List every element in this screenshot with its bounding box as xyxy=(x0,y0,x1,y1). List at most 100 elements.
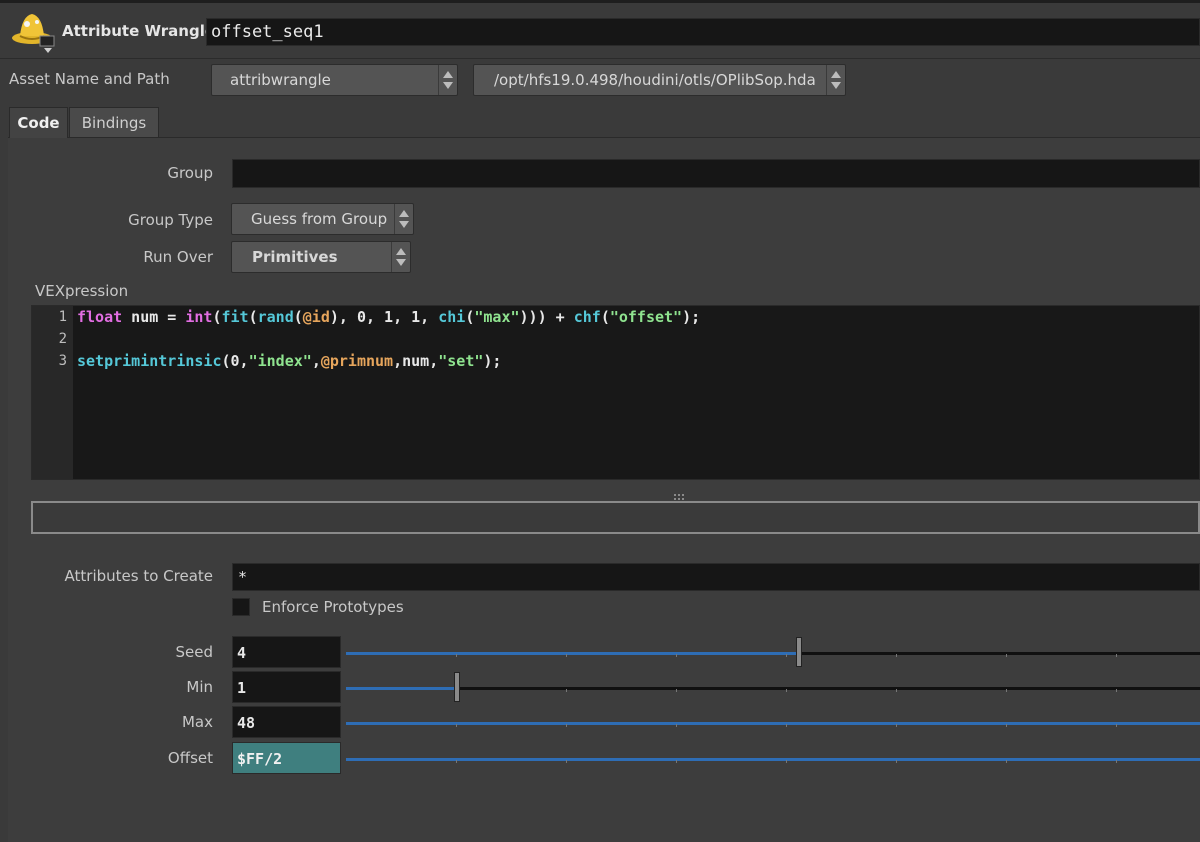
tab-code[interactable]: Code xyxy=(9,107,68,138)
asset-path-value: /opt/hfs19.0.498/houdini/otls/OPlibSop.h… xyxy=(494,71,816,89)
code-token: chi xyxy=(438,308,466,326)
code-token: (0, xyxy=(221,352,249,370)
slider-tick xyxy=(676,724,677,727)
group-label: Group xyxy=(167,164,213,182)
offset-expression-field[interactable]: $FF/2 xyxy=(232,742,341,774)
slider-tick xyxy=(456,654,457,657)
node-icon[interactable] xyxy=(10,8,58,54)
run-over-menu[interactable]: Primitives xyxy=(231,241,411,273)
code-token: ( xyxy=(293,308,303,326)
code-line-3[interactable]: setprimintrinsic(0,"index",@primnum,num,… xyxy=(77,352,501,370)
updown-arrows-icon xyxy=(826,65,845,95)
slider-track xyxy=(346,758,1200,761)
code-token: "set" xyxy=(438,352,484,370)
slider-fill xyxy=(346,758,1200,761)
code-token: int xyxy=(185,308,213,326)
asset-name-menu[interactable]: attribwrangle xyxy=(211,64,458,96)
slider-tick xyxy=(1116,724,1117,727)
updown-arrows-icon xyxy=(438,65,457,95)
slider-tick xyxy=(566,689,567,692)
slider-tick xyxy=(786,689,787,692)
slider-tick xyxy=(786,760,787,763)
code-token: @primnum xyxy=(320,352,394,370)
slider-tick xyxy=(896,760,897,763)
min-field[interactable]: 1 xyxy=(232,671,341,703)
seed-field[interactable]: 4 xyxy=(232,636,341,668)
slider-track xyxy=(346,722,1200,725)
min-slider[interactable] xyxy=(346,672,1200,702)
top-border xyxy=(0,0,1200,3)
asset-path-menu[interactable]: /opt/hfs19.0.498/houdini/otls/OPlibSop.h… xyxy=(473,64,846,96)
line-number: 1 xyxy=(58,309,67,325)
tab-bindings-label: Bindings xyxy=(81,114,147,132)
code-token: ); xyxy=(483,352,502,370)
slider-tick xyxy=(896,689,897,692)
code-editor[interactable]: 1 2 3 float num = int(fit(rand(@id), 0, … xyxy=(31,305,1200,480)
attributes-label: Attributes to Create xyxy=(64,567,213,585)
header-divider xyxy=(0,58,1200,59)
code-token: ), 0, 1, 1, xyxy=(329,308,439,326)
slider-tick xyxy=(1116,689,1117,692)
line-number: 2 xyxy=(58,331,67,347)
enforce-prototypes-checkbox[interactable] xyxy=(232,598,250,616)
slider-fill xyxy=(346,687,458,690)
code-token: float xyxy=(77,308,123,326)
attributes-input[interactable]: * xyxy=(232,563,1200,591)
run-over-value: Primitives xyxy=(252,248,338,266)
asset-label: Asset Name and Path xyxy=(9,70,170,88)
max-field[interactable]: 48 xyxy=(232,706,341,738)
group-type-menu[interactable]: Guess from Group xyxy=(231,203,414,235)
slider-tick xyxy=(1006,760,1007,763)
code-token: ( xyxy=(248,308,258,326)
slider-track xyxy=(346,687,1200,690)
editor-resize-handle[interactable] xyxy=(672,486,686,500)
vex-output-field[interactable] xyxy=(31,501,1200,534)
offset-slider[interactable] xyxy=(346,756,1200,764)
run-over-label: Run Over xyxy=(143,248,213,266)
slider-tick xyxy=(786,654,787,657)
updown-arrows-icon xyxy=(394,204,413,234)
slider-tick xyxy=(566,724,567,727)
slider-tick xyxy=(676,760,677,763)
seed-slider[interactable] xyxy=(346,637,1200,667)
node-name-field[interactable]: offset_seq1 xyxy=(206,18,1200,46)
code-token: ); xyxy=(682,308,701,326)
seed-label: Seed xyxy=(175,643,214,661)
group-input[interactable] xyxy=(232,159,1200,188)
slider-handle[interactable] xyxy=(795,637,802,667)
slider-tick xyxy=(676,689,677,692)
line-number: 3 xyxy=(58,353,67,369)
content-panel xyxy=(8,138,1200,842)
slider-tick xyxy=(1006,689,1007,692)
group-type-value: Guess from Group xyxy=(251,210,388,228)
code-token: fit xyxy=(221,308,249,326)
group-type-label: Group Type xyxy=(128,211,213,229)
updown-arrows-icon xyxy=(391,242,410,272)
enforce-prototypes-label: Enforce Prototypes xyxy=(262,598,404,616)
code-token: , xyxy=(311,352,321,370)
code-token: ))) + xyxy=(519,308,574,326)
slider-tick xyxy=(566,654,567,657)
slider-tick xyxy=(896,724,897,727)
slider-track xyxy=(346,652,1200,655)
slider-tick xyxy=(676,654,677,657)
slider-tick xyxy=(786,724,787,727)
slider-fill xyxy=(346,722,1200,725)
code-token: ,num, xyxy=(393,352,439,370)
slider-tick xyxy=(566,760,567,763)
slider-tick xyxy=(896,654,897,657)
code-token: @id xyxy=(302,308,330,326)
slider-tick xyxy=(1116,760,1117,763)
tab-bindings[interactable]: Bindings xyxy=(69,107,159,137)
offset-label: Offset xyxy=(167,749,213,767)
slider-tick xyxy=(456,724,457,727)
code-token: "offset" xyxy=(609,308,683,326)
code-line-1[interactable]: float num = int(fit(rand(@id), 0, 1, 1, … xyxy=(77,308,700,326)
code-token: "max" xyxy=(474,308,520,326)
code-token: "index" xyxy=(248,352,312,370)
slider-handle[interactable] xyxy=(454,672,461,702)
wrangle-cowboy-hat-icon xyxy=(12,14,55,53)
node-type-label: Attribute Wrangle xyxy=(62,22,216,40)
max-slider[interactable] xyxy=(346,720,1200,728)
slider-fill xyxy=(346,652,799,655)
